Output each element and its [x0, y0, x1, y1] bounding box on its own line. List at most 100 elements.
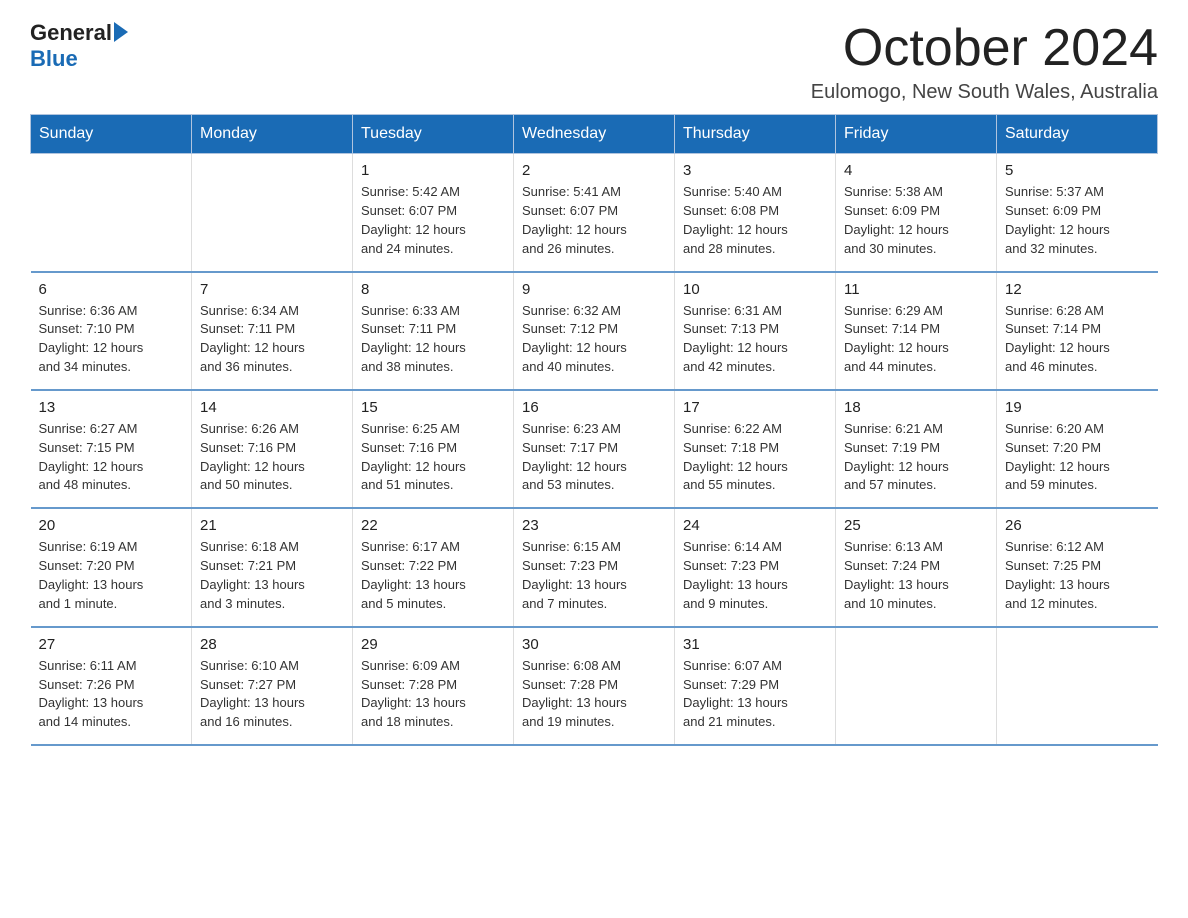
day-number: 3	[683, 162, 827, 179]
weekday-header-row: SundayMondayTuesdayWednesdayThursdayFrid…	[31, 115, 1158, 154]
calendar-cell: 14Sunrise: 6:26 AMSunset: 7:16 PMDayligh…	[192, 390, 353, 508]
calendar-cell: 25 Sunrise: 6:13 AMSunset: 7:24 PMDayligh…	[836, 508, 997, 626]
day-info: Sunrise: 6:09 AMSunset: 7:28 PMDaylight:…	[361, 657, 505, 732]
location-title: Eulomogo, New South Wales, Australia	[811, 81, 1158, 104]
day-info: Sunrise: 6:32 AMSunset: 7:12 PMDaylight:…	[522, 302, 666, 377]
day-number: 8	[361, 281, 505, 298]
day-number: 4	[844, 162, 988, 179]
calendar-cell: 1 Sunrise: 5:42 AMSunset: 6:07 PMDaylight…	[353, 154, 514, 272]
day-number: 10	[683, 281, 827, 298]
calendar-cell: 5Sunrise: 5:37 AMSunset: 6:09 PMDaylight…	[997, 154, 1158, 272]
calendar-cell: 2Sunrise: 5:41 AMSunset: 6:07 PMDaylight…	[514, 154, 675, 272]
day-number: 22	[361, 517, 505, 534]
calendar-cell: 22Sunrise: 6:17 AMSunset: 7:22 PMDayligh…	[353, 508, 514, 626]
calendar-cell: 20 Sunrise: 6:19 AMSunset: 7:20 PMDayligh…	[31, 508, 192, 626]
day-number: 29	[361, 636, 505, 653]
day-info: Sunrise: 6:13 AMSunset: 7:24 PMDaylight:…	[844, 538, 988, 613]
day-info: Sunrise: 6:07 AMSunset: 7:29 PMDaylight:…	[683, 657, 827, 732]
calendar-cell: 21 Sunrise: 6:18 AMSunset: 7:21 PMDayligh…	[192, 508, 353, 626]
day-info: Sunrise: 6:31 AMSunset: 7:13 PMDaylight:…	[683, 302, 827, 377]
title-block: October 2024 Eulomogo, New South Wales, …	[811, 20, 1158, 104]
weekday-header-thursday: Thursday	[675, 115, 836, 154]
calendar-cell	[192, 154, 353, 272]
month-title: October 2024	[811, 20, 1158, 77]
day-number: 31	[683, 636, 827, 653]
weekday-header-friday: Friday	[836, 115, 997, 154]
calendar-cell: 15Sunrise: 6:25 AMSunset: 7:16 PMDayligh…	[353, 390, 514, 508]
calendar-header: SundayMondayTuesdayWednesdayThursdayFrid…	[31, 115, 1158, 154]
day-info: Sunrise: 6:08 AMSunset: 7:28 PMDaylight:…	[522, 657, 666, 732]
calendar-cell: 24Sunrise: 6:14 AMSunset: 7:23 PMDayligh…	[675, 508, 836, 626]
day-number: 16	[522, 399, 666, 416]
weekday-header-saturday: Saturday	[997, 115, 1158, 154]
day-info: Sunrise: 6:34 AMSunset: 7:11 PMDaylight:…	[200, 302, 344, 377]
calendar-cell	[31, 154, 192, 272]
day-number: 6	[39, 281, 184, 298]
day-info: Sunrise: 6:33 AMSunset: 7:11 PMDaylight:…	[361, 302, 505, 377]
calendar-cell	[836, 627, 997, 745]
day-number: 2	[522, 162, 666, 179]
day-info: Sunrise: 6:12 AMSunset: 7:25 PMDaylight:…	[1005, 538, 1150, 613]
day-number: 7	[200, 281, 344, 298]
day-number: 11	[844, 281, 988, 298]
weekday-header-tuesday: Tuesday	[353, 115, 514, 154]
weekday-header-sunday: Sunday	[31, 115, 192, 154]
calendar-cell: 31 Sunrise: 6:07 AMSunset: 7:29 PMDayligh…	[675, 627, 836, 745]
day-number: 21	[200, 517, 344, 534]
logo-general-text: General	[30, 20, 112, 46]
calendar-week-row: 13 Sunrise: 6:27 AMSunset: 7:15 PMDayligh…	[31, 390, 1158, 508]
calendar-cell: 9 Sunrise: 6:32 AMSunset: 7:12 PMDaylight…	[514, 272, 675, 390]
calendar-cell: 7 Sunrise: 6:34 AMSunset: 7:11 PMDaylight…	[192, 272, 353, 390]
calendar-cell: 13 Sunrise: 6:27 AMSunset: 7:15 PMDayligh…	[31, 390, 192, 508]
day-info: Sunrise: 6:15 AMSunset: 7:23 PMDaylight:…	[522, 538, 666, 613]
logo-arrow-icon	[114, 22, 128, 42]
day-info: Sunrise: 5:40 AMSunset: 6:08 PMDaylight:…	[683, 183, 827, 258]
day-number: 23	[522, 517, 666, 534]
day-info: Sunrise: 6:19 AMSunset: 7:20 PMDaylight:…	[39, 538, 184, 613]
weekday-header-monday: Monday	[192, 115, 353, 154]
calendar-cell: 6Sunrise: 6:36 AMSunset: 7:10 PMDaylight…	[31, 272, 192, 390]
day-number: 19	[1005, 399, 1150, 416]
day-number: 25	[844, 517, 988, 534]
calendar-cell: 23 Sunrise: 6:15 AMSunset: 7:23 PMDayligh…	[514, 508, 675, 626]
day-number: 18	[844, 399, 988, 416]
day-info: Sunrise: 6:14 AMSunset: 7:23 PMDaylight:…	[683, 538, 827, 613]
calendar-cell: 11 Sunrise: 6:29 AMSunset: 7:14 PMDayligh…	[836, 272, 997, 390]
day-number: 26	[1005, 517, 1150, 534]
day-info: Sunrise: 6:25 AMSunset: 7:16 PMDaylight:…	[361, 420, 505, 495]
calendar-week-row: 6Sunrise: 6:36 AMSunset: 7:10 PMDaylight…	[31, 272, 1158, 390]
day-number: 9	[522, 281, 666, 298]
day-info: Sunrise: 6:27 AMSunset: 7:15 PMDaylight:…	[39, 420, 184, 495]
calendar-table: SundayMondayTuesdayWednesdayThursdayFrid…	[30, 114, 1158, 746]
day-info: Sunrise: 6:26 AMSunset: 7:16 PMDaylight:…	[200, 420, 344, 495]
calendar-cell: 4 Sunrise: 5:38 AMSunset: 6:09 PMDaylight…	[836, 154, 997, 272]
day-info: Sunrise: 5:42 AMSunset: 6:07 PMDaylight:…	[361, 183, 505, 258]
page-header: General Blue October 2024 Eulomogo, New …	[30, 20, 1158, 104]
day-info: Sunrise: 6:10 AMSunset: 7:27 PMDaylight:…	[200, 657, 344, 732]
calendar-cell: 16Sunrise: 6:23 AMSunset: 7:17 PMDayligh…	[514, 390, 675, 508]
day-info: Sunrise: 6:29 AMSunset: 7:14 PMDaylight:…	[844, 302, 988, 377]
logo-blue-text: Blue	[30, 46, 128, 72]
calendar-cell: 26 Sunrise: 6:12 AMSunset: 7:25 PMDayligh…	[997, 508, 1158, 626]
calendar-cell: 17Sunrise: 6:22 AMSunset: 7:18 PMDayligh…	[675, 390, 836, 508]
calendar-cell	[997, 627, 1158, 745]
calendar-cell: 29 Sunrise: 6:09 AMSunset: 7:28 PMDayligh…	[353, 627, 514, 745]
day-number: 5	[1005, 162, 1150, 179]
day-info: Sunrise: 6:22 AMSunset: 7:18 PMDaylight:…	[683, 420, 827, 495]
day-info: Sunrise: 6:18 AMSunset: 7:21 PMDaylight:…	[200, 538, 344, 613]
calendar-week-row: 1 Sunrise: 5:42 AMSunset: 6:07 PMDaylight…	[31, 154, 1158, 272]
calendar-body: 1 Sunrise: 5:42 AMSunset: 6:07 PMDaylight…	[31, 154, 1158, 745]
day-number: 1	[361, 162, 505, 179]
day-info: Sunrise: 6:21 AMSunset: 7:19 PMDaylight:…	[844, 420, 988, 495]
calendar-cell: 10 Sunrise: 6:31 AMSunset: 7:13 PMDayligh…	[675, 272, 836, 390]
day-info: Sunrise: 5:38 AMSunset: 6:09 PMDaylight:…	[844, 183, 988, 258]
logo: General Blue	[30, 20, 128, 72]
calendar-cell: 19Sunrise: 6:20 AMSunset: 7:20 PMDayligh…	[997, 390, 1158, 508]
day-number: 20	[39, 517, 184, 534]
day-info: Sunrise: 6:28 AMSunset: 7:14 PMDaylight:…	[1005, 302, 1150, 377]
calendar-cell: 12Sunrise: 6:28 AMSunset: 7:14 PMDayligh…	[997, 272, 1158, 390]
weekday-header-wednesday: Wednesday	[514, 115, 675, 154]
day-number: 13	[39, 399, 184, 416]
day-number: 30	[522, 636, 666, 653]
calendar-cell: 18 Sunrise: 6:21 AMSunset: 7:19 PMDayligh…	[836, 390, 997, 508]
